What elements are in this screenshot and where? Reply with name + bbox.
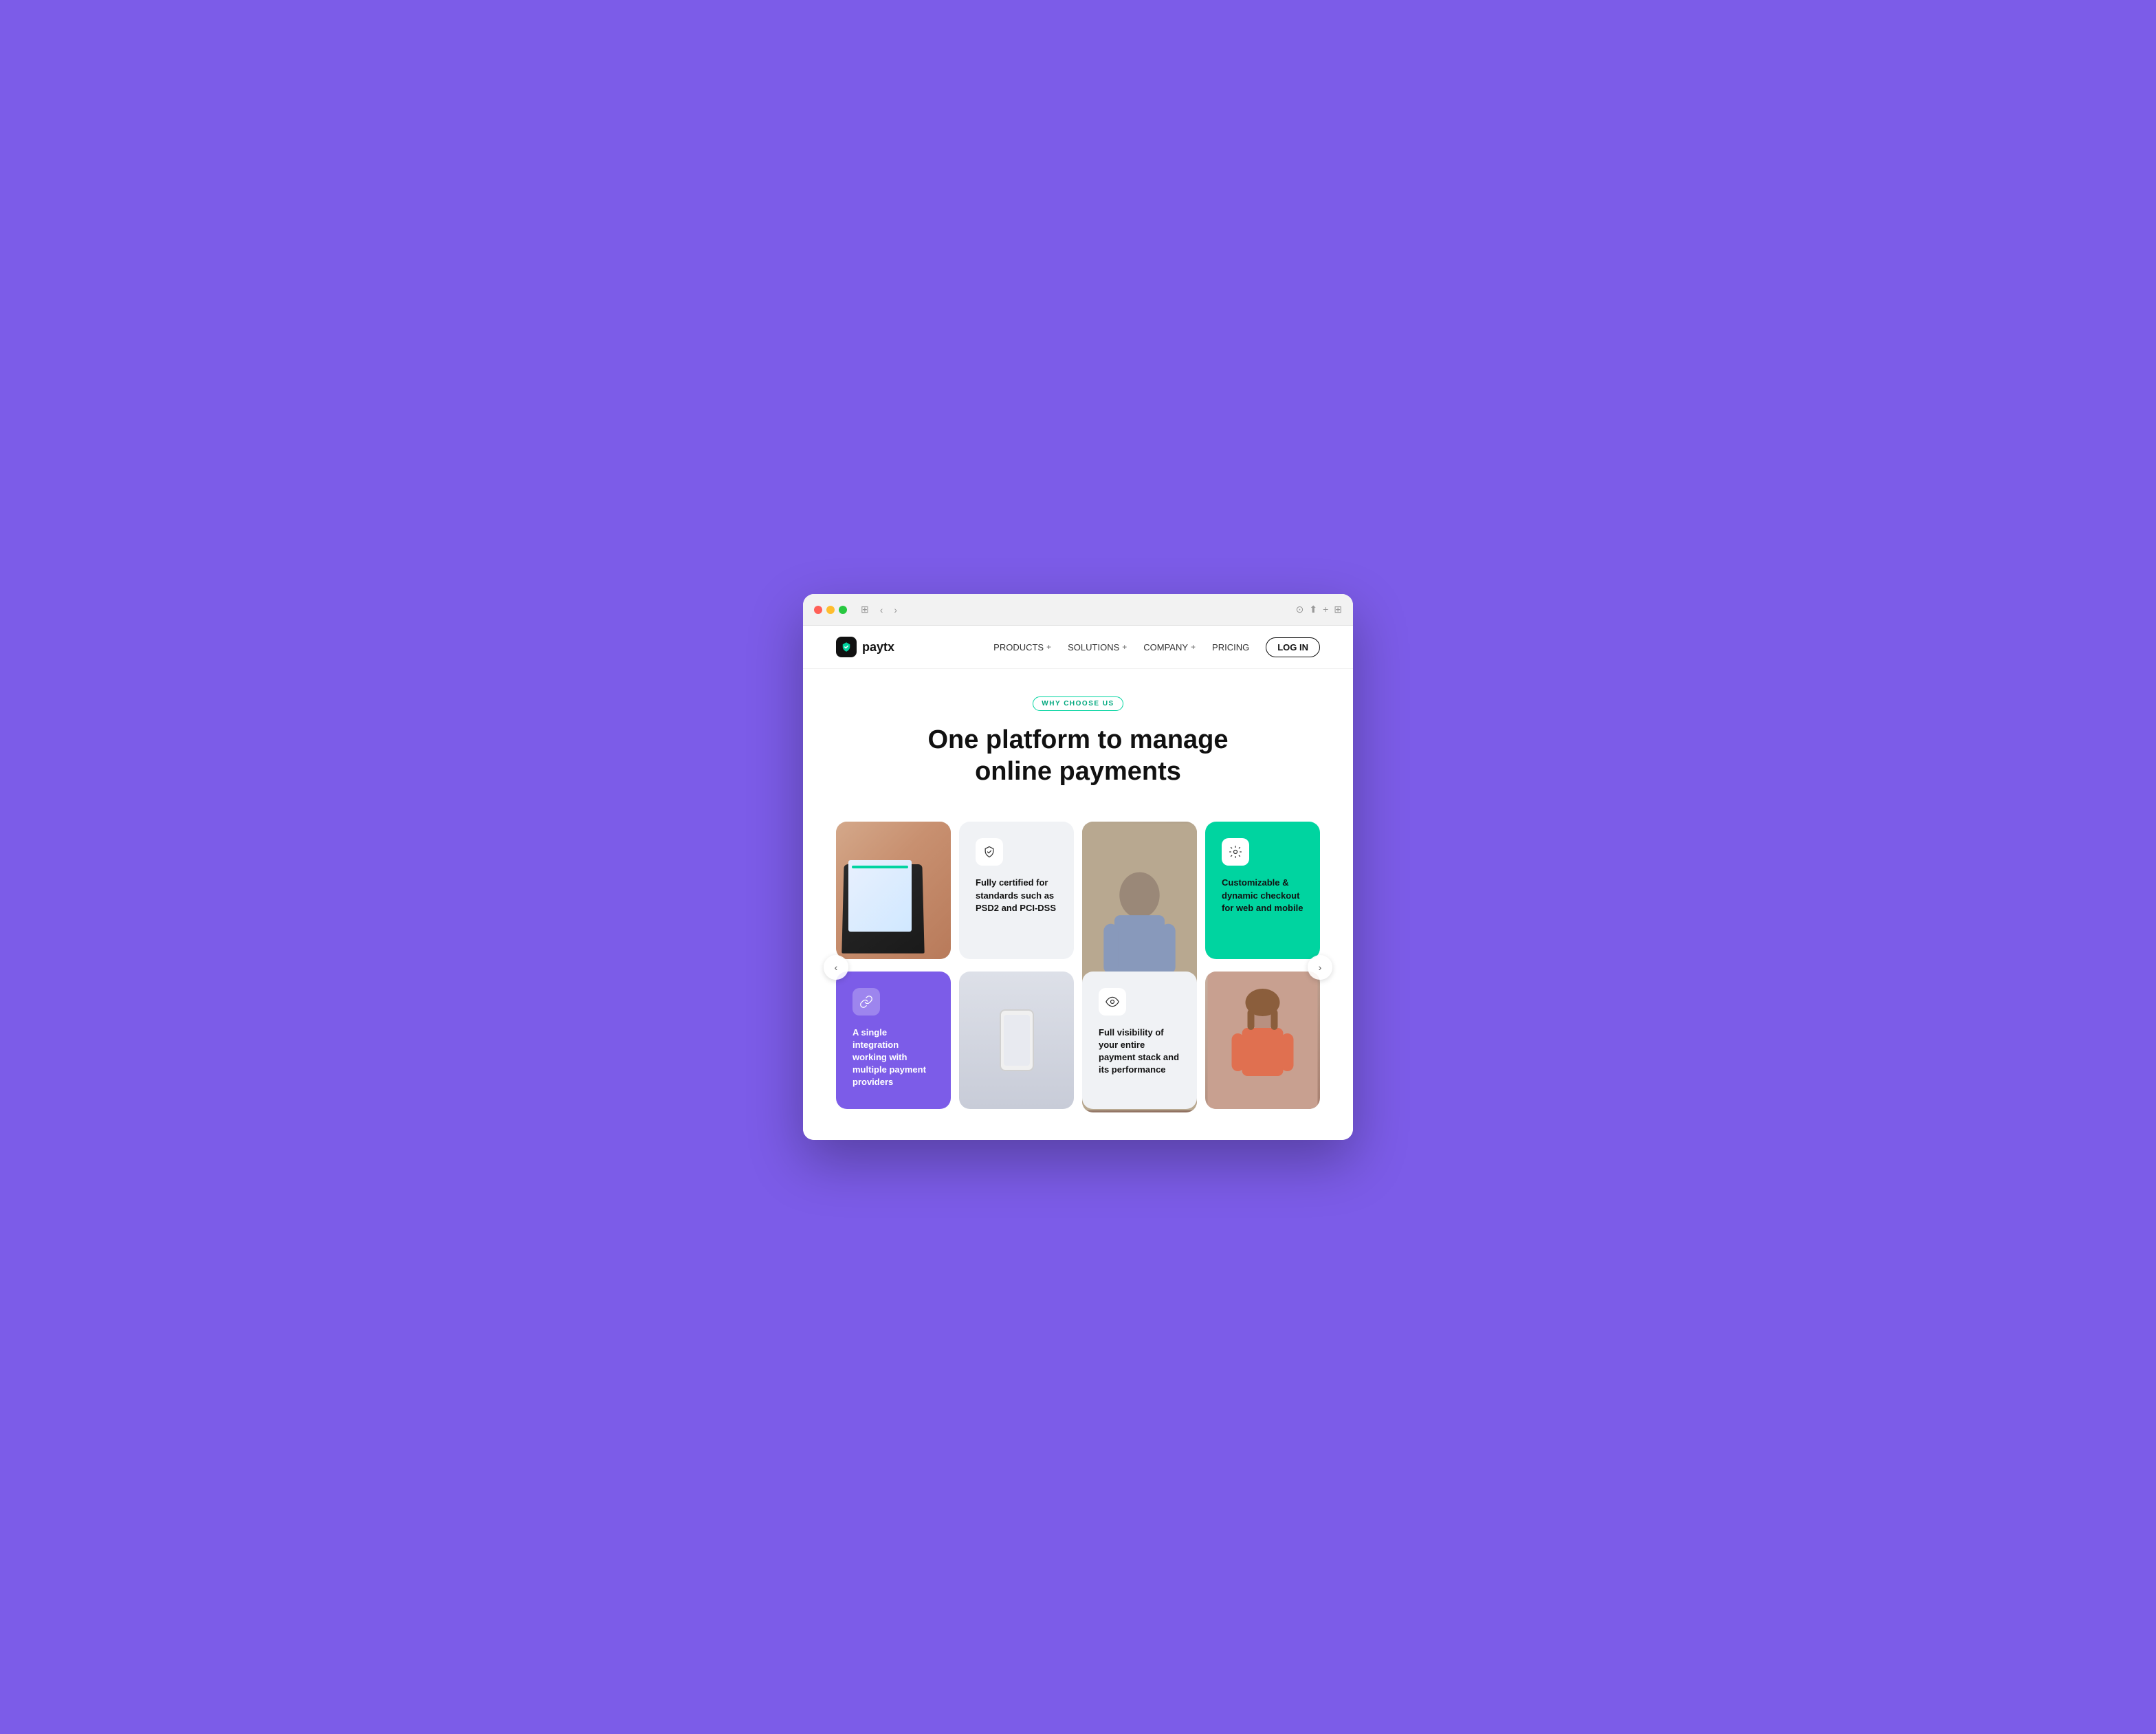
login-button[interactable]: LOG IN — [1266, 637, 1320, 657]
browser-controls: ⊞ ‹ › — [858, 602, 900, 617]
website-content: paytx PRODUCTS + SOLUTIONS + COMPANY + P… — [803, 626, 1353, 1140]
close-dot[interactable] — [814, 606, 822, 614]
forward-button[interactable]: › — [891, 603, 900, 617]
nav-products[interactable]: PRODUCTS + — [993, 642, 1051, 652]
pricing-label: PRICING — [1212, 642, 1249, 652]
visibility-text: Full visibility of your entire payment s… — [1099, 1027, 1180, 1077]
upload-icon[interactable]: ⬆ — [1309, 604, 1317, 615]
logo-icon — [836, 637, 857, 657]
card-laptop-photo — [836, 822, 951, 959]
minimize-dot[interactable] — [826, 606, 835, 614]
logo-text: paytx — [862, 640, 894, 655]
company-plus: + — [1191, 642, 1196, 652]
link-icon — [859, 995, 873, 1009]
browser-chrome: ⊞ ‹ › ⊙ ⬆ + ⊞ — [803, 594, 1353, 626]
navbar: paytx PRODUCTS + SOLUTIONS + COMPANY + P… — [803, 626, 1353, 669]
browser-dots — [814, 606, 847, 614]
extensions-icon[interactable]: ⊞ — [1334, 604, 1342, 615]
certified-text: Fully certified for standards such as PS… — [976, 877, 1057, 914]
certified-icon-wrap — [976, 838, 1003, 866]
card-customizable: Customizable & dynamic checkout for web … — [1205, 822, 1320, 959]
grid-wrapper: ‹ › — [836, 822, 1320, 1112]
hero-headline: One platform to manage online payments — [872, 725, 1284, 787]
products-label: PRODUCTS — [993, 642, 1044, 652]
share-icon[interactable]: ⊙ — [1296, 604, 1304, 615]
card-woman-photo — [1205, 972, 1320, 1109]
laptop-screen — [848, 860, 912, 932]
card-integration: A single integration working with multip… — [836, 972, 951, 1109]
nav-company[interactable]: COMPANY + — [1143, 642, 1196, 652]
why-badge: WHY CHOOSE US — [1033, 696, 1123, 711]
gear-icon — [1229, 845, 1242, 859]
nav-solutions[interactable]: SOLUTIONS + — [1068, 642, 1127, 652]
scroll-left-button[interactable]: ‹ — [824, 955, 848, 980]
tab-icon[interactable]: ⊞ — [858, 602, 872, 617]
card-phone-photo — [959, 972, 1074, 1109]
scroll-right-button[interactable]: › — [1308, 955, 1332, 980]
card-certified: Fully certified for standards such as PS… — [959, 822, 1074, 959]
customizable-icon-wrap — [1222, 838, 1249, 866]
features-grid-section: ‹ › — [803, 808, 1353, 1140]
new-tab-icon[interactable]: + — [1323, 604, 1328, 615]
customizable-text: Customizable & dynamic checkout for web … — [1222, 877, 1304, 914]
company-label: COMPANY — [1143, 642, 1188, 652]
browser-actions: ⊙ ⬆ + ⊞ — [1296, 604, 1342, 615]
visibility-icon-wrap — [1099, 988, 1126, 1016]
nav-links: PRODUCTS + SOLUTIONS + COMPANY + PRICING… — [993, 637, 1320, 657]
cards-grid: Fully certified for standards such as PS… — [836, 822, 1320, 1112]
woman-illustration — [1205, 972, 1320, 1109]
eye-icon — [1106, 995, 1119, 1009]
nav-pricing[interactable]: PRICING — [1212, 642, 1249, 652]
phone-scene — [959, 972, 1074, 1109]
headline-line1: One platform to manage — [927, 725, 1228, 754]
logo[interactable]: paytx — [836, 637, 894, 657]
solutions-plus: + — [1122, 642, 1127, 652]
woman-scene — [1205, 972, 1320, 1109]
phone-shape — [1000, 1009, 1034, 1071]
headline-line2: online payments — [975, 757, 1181, 786]
products-plus: + — [1046, 642, 1051, 652]
shield-icon — [982, 845, 996, 859]
back-button[interactable]: ‹ — [877, 603, 886, 617]
card-visibility: Full visibility of your entire payment s… — [1082, 972, 1197, 1109]
integration-text: A single integration working with multip… — [852, 1027, 934, 1089]
laptop-scene — [836, 822, 951, 959]
hero-section: WHY CHOOSE US One platform to manage onl… — [803, 669, 1353, 808]
fullscreen-dot[interactable] — [839, 606, 847, 614]
solutions-label: SOLUTIONS — [1068, 642, 1119, 652]
integration-icon-wrap — [852, 988, 880, 1016]
browser-window: ⊞ ‹ › ⊙ ⬆ + ⊞ paytx — [803, 594, 1353, 1140]
